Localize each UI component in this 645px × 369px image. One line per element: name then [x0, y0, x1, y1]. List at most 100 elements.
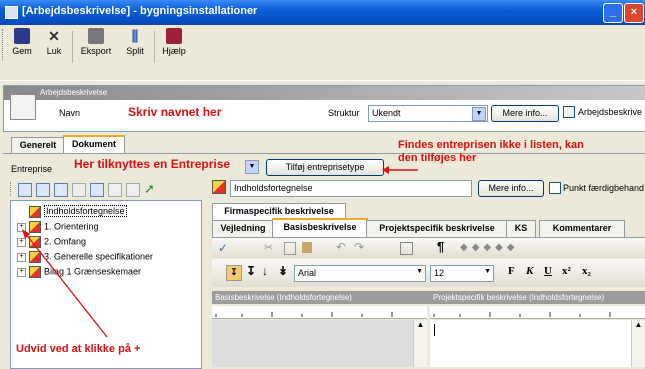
- edit-toolbar: ✓ ✂ ↶ ↷ ¶ ◆◆◆◆◆: [212, 237, 645, 258]
- outdent-icon[interactable]: ↡: [278, 264, 288, 278]
- right-scrollbar[interactable]: ▲: [631, 320, 645, 367]
- underline-icon[interactable]: U: [544, 265, 552, 277]
- close-doc-button[interactable]: ✕ Luk: [40, 28, 68, 66]
- left-ruler: [212, 306, 427, 319]
- superscript-icon[interactable]: x²: [562, 265, 571, 277]
- toolbar-grip: [2, 29, 5, 61]
- format-toolbar: ↧ ↧ ↓ ↡ Arial ▼ 12 ▼ F K U x² x₂: [212, 259, 645, 287]
- help-label: Hjælp: [162, 46, 186, 56]
- scroll-up-icon[interactable]: ▲: [414, 320, 427, 329]
- italic-icon[interactable]: K: [526, 265, 533, 277]
- annotation-arrow: [382, 166, 418, 174]
- tree-tool-icon-3[interactable]: [54, 183, 68, 197]
- name-hint[interactable]: Skriv navnet her: [128, 105, 221, 119]
- tab-generelt[interactable]: Generelt: [11, 137, 65, 154]
- doc-name-value: Indholdsfortegnelse: [234, 183, 313, 193]
- doc-complete-checkbox[interactable]: [549, 182, 561, 194]
- basis-editor[interactable]: ▲: [212, 320, 427, 367]
- help-button[interactable]: Hjælp: [158, 28, 190, 66]
- paste-icon[interactable]: [302, 242, 312, 253]
- export-button[interactable]: Eksport: [76, 28, 116, 66]
- header-ribbon: Arbejdsbeskrivelse: [4, 86, 645, 100]
- tree-tool-icon-2[interactable]: [36, 183, 50, 197]
- tab-ks[interactable]: KS: [506, 220, 536, 237]
- tree-tool-icon-5[interactable]: [90, 183, 104, 197]
- annotation-line-1: Findes entreprisen ikke i listen, kan: [398, 139, 584, 151]
- tab-dokument[interactable]: Dokument: [63, 135, 125, 154]
- tree-tool-icon-4[interactable]: [72, 183, 86, 197]
- project-editor[interactable]: ▲: [430, 320, 645, 367]
- spellcheck-icon[interactable]: ✓: [218, 241, 228, 255]
- toolbar-separator: [72, 31, 73, 63]
- font-value: Arial: [298, 268, 317, 278]
- document-icon: [10, 94, 36, 120]
- left-scrollbar[interactable]: ▲: [413, 320, 427, 367]
- annotation-arrow-expand: [22, 229, 108, 338]
- arrow-down-icon[interactable]: ↓: [262, 264, 268, 278]
- subscript-icon[interactable]: x₂: [582, 265, 591, 277]
- export-label: Eksport: [80, 46, 112, 56]
- annotation-line-2: den tilføjes her: [398, 152, 477, 164]
- annotation-add-entreprise: Findes entreprisen ikke i listen, kan de…: [398, 139, 584, 165]
- tree-tool-icon-7[interactable]: [126, 183, 140, 197]
- font-chevron-down-icon[interactable]: ▼: [416, 268, 423, 275]
- redo-icon[interactable]: ↷: [354, 240, 364, 254]
- name-label: Navn: [59, 108, 81, 118]
- more-info-button[interactable]: Mere info...: [491, 105, 559, 122]
- add-entreprise-type-button[interactable]: Tilføj entreprisetype: [266, 159, 384, 176]
- app-icon: [5, 6, 18, 19]
- doc-name-field[interactable]: Indholdsfortegnelse: [230, 180, 472, 197]
- header-checkbox[interactable]: [563, 106, 575, 118]
- size-chevron-down-icon[interactable]: ▼: [484, 268, 491, 275]
- style-icon[interactable]: ↧: [226, 265, 242, 281]
- structure-label: Struktur: [328, 108, 360, 118]
- outline-tree: Indholdsfortegnelse +1. Orientering +2. …: [10, 200, 202, 369]
- undo-icon[interactable]: ↶: [336, 240, 346, 254]
- right-ruler: [430, 306, 645, 319]
- doc-complete-label: Punkt færdigbehand: [563, 183, 645, 193]
- structure-value: Ukendt: [372, 108, 401, 118]
- arrow-icon[interactable]: ➚: [144, 181, 155, 197]
- scroll-up-icon-right[interactable]: ▲: [632, 320, 645, 329]
- header-ribbon-text: Arbejdsbeskrivelse: [40, 88, 108, 97]
- help-book-icon: [166, 28, 182, 44]
- save-button[interactable]: Gem: [8, 28, 36, 66]
- font-select[interactable]: Arial ▼: [294, 265, 426, 282]
- printer-icon: [88, 28, 104, 44]
- text-cursor: [434, 324, 435, 336]
- doc-more-info-button[interactable]: Mere info...: [478, 180, 544, 197]
- tree-tool-icon-1[interactable]: [18, 183, 32, 197]
- close-x-icon: ✕: [48, 28, 60, 44]
- copy-icon[interactable]: [284, 242, 296, 255]
- bold-icon[interactable]: F: [508, 265, 515, 277]
- title-bar: [Arbejdsbeskrivelse] - bygningsinstallat…: [0, 0, 645, 25]
- split-label: Split: [126, 46, 144, 56]
- window-title: [Arbejdsbeskrivelse] - bygningsinstallat…: [22, 5, 258, 17]
- indent-icons[interactable]: ◆◆◆◆◆: [460, 242, 550, 253]
- split-icon: ⫼: [131, 28, 139, 44]
- toolbar: Gem ✕ Luk Eksport ⫼ Split Hjælp: [0, 25, 645, 81]
- font-size-select[interactable]: 12 ▼: [430, 265, 494, 282]
- structure-select[interactable]: Ukendt ▼: [368, 105, 488, 122]
- save-label: Gem: [12, 46, 32, 56]
- indent-down-icon[interactable]: ↧: [246, 264, 256, 278]
- entreprise-chevron-down-icon[interactable]: ▼: [245, 160, 259, 174]
- split-button[interactable]: ⫼ Split: [120, 28, 150, 66]
- entreprise-select[interactable]: ▼: [72, 158, 262, 175]
- tree-toolbar: ➚: [10, 181, 200, 197]
- toolbar-separator-2: [154, 31, 155, 63]
- table-icon[interactable]: [400, 242, 413, 255]
- tab-projektspecifik[interactable]: Projektspecifik beskrivelse: [366, 220, 508, 237]
- chevron-down-icon[interactable]: ▼: [472, 107, 486, 121]
- tab-basisbeskrivelse[interactable]: Basisbeskrivelse: [272, 218, 368, 237]
- minimize-button[interactable]: _: [603, 3, 623, 23]
- cut-icon[interactable]: ✂: [264, 241, 273, 254]
- left-pane-header: Basisbeskrivelse (Indholdsfortegnelse): [212, 291, 430, 304]
- close-button[interactable]: ×: [624, 3, 644, 23]
- tab-kommentarer[interactable]: Kommentarer: [539, 220, 625, 237]
- entreprise-label: Entreprise: [11, 164, 53, 174]
- tree-tool-icon-6[interactable]: [108, 183, 122, 197]
- font-size-value: 12: [434, 268, 445, 278]
- paragraph-icon[interactable]: ¶: [437, 239, 444, 254]
- tab-vejledning[interactable]: Vejledning: [212, 220, 274, 237]
